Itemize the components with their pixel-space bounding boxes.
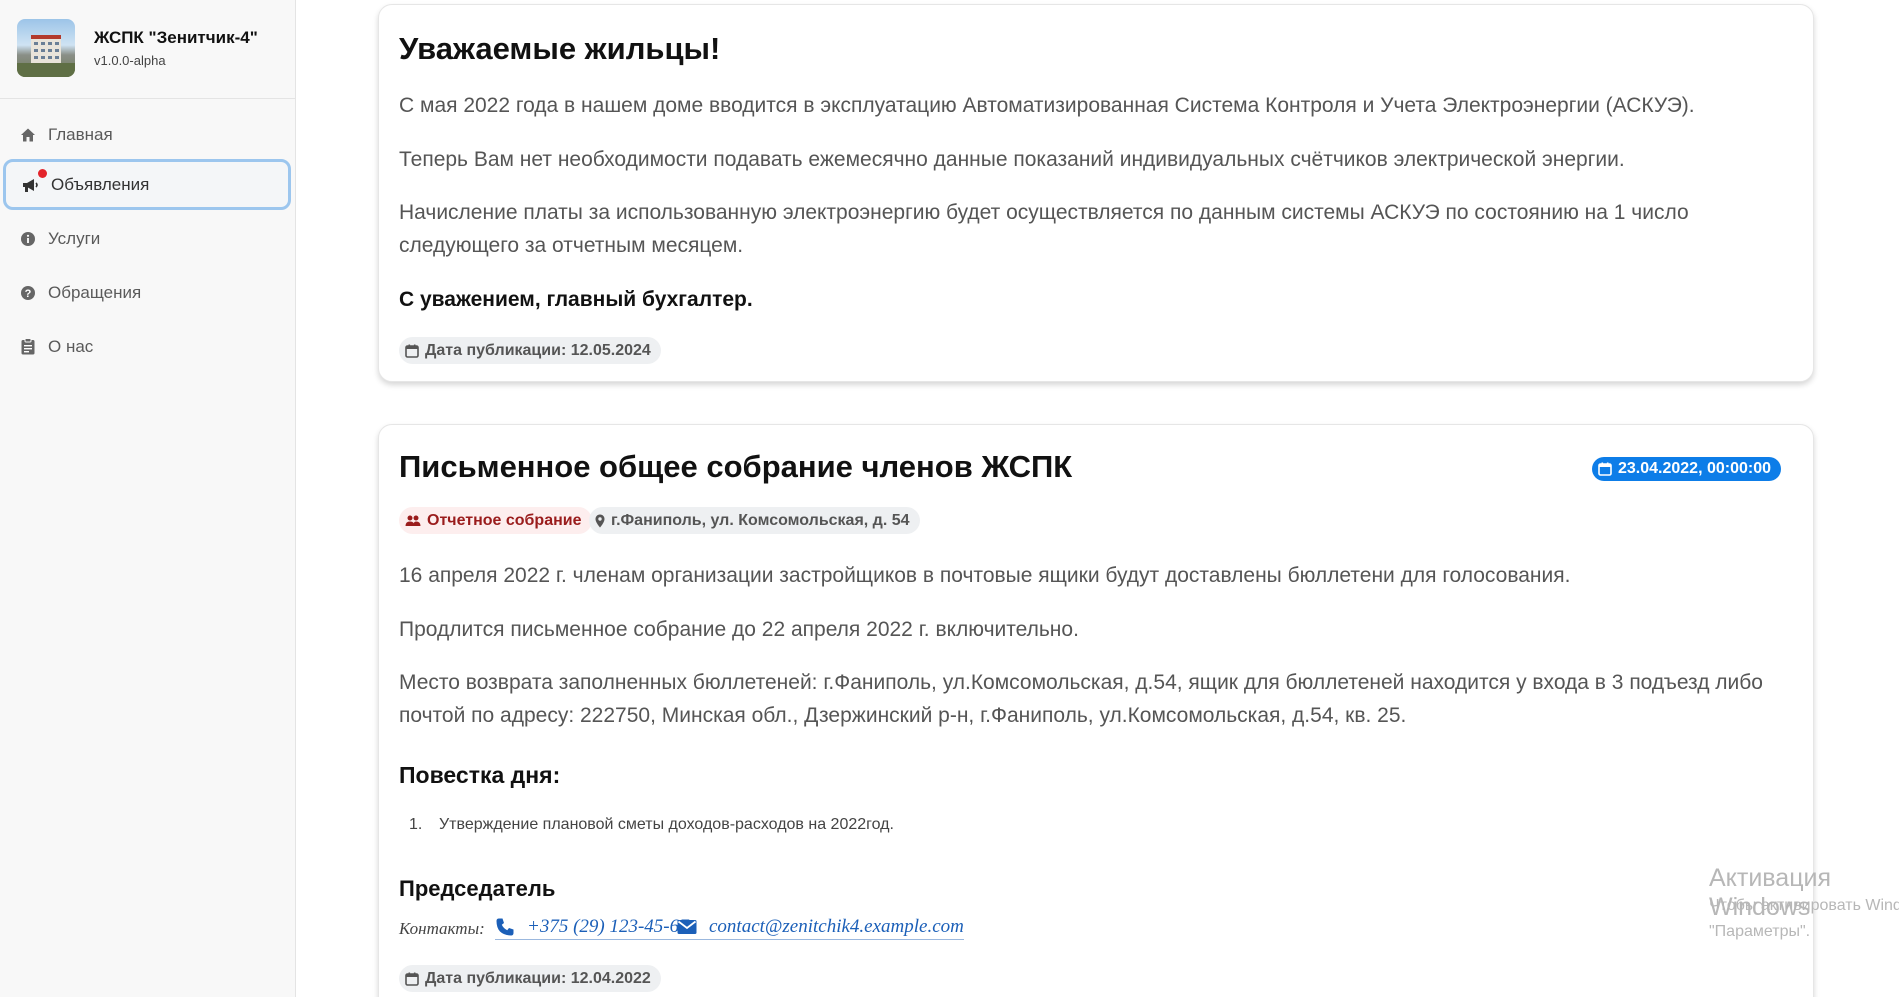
agenda-item-number: 1. [409,816,423,833]
calendar-icon [1598,462,1612,476]
agenda-item: 1. Утверждение плановой сметы доходов-ра… [409,816,894,834]
info-icon [18,229,38,249]
publication-date-badge: Дата публикации: 12.05.2024 [399,337,661,364]
sidebar-item-label: Главная [48,124,113,144]
calendar-icon [405,972,419,986]
meeting-paragraph: Место возврата заполненных бюллетеней: г… [399,671,1763,727]
meeting-location-badge: г.Фаниполь, ул. Комсомольская, д. 54 [589,507,920,534]
publication-date: Дата публикации: 12.05.2024 [425,341,651,359]
app-name: ЖСПК "Зенитчик-4" [94,28,258,47]
announcement-signature: С уважением, главный бухгалтер. [399,288,753,311]
windows-activation-text: Чтобы активировать Windows, перейдите в … [1709,897,1899,940]
announcement-paragraph: С мая 2022 года в нашем доме вводится в … [399,94,1695,117]
sidebar-item-label: Объявления [51,174,150,194]
megaphone-icon [21,168,47,195]
sidebar-item-home[interactable]: Главная [3,109,291,160]
contacts-label: Контакты: [399,919,485,938]
meeting-paragraph: Продлится письменное собрание до 22 апре… [399,618,1079,641]
phone-link[interactable]: +375 (29) 123-45-67 [495,916,689,940]
sidebar-item-label: О нас [48,336,94,356]
home-icon [18,125,38,145]
meeting-title: Письменное общее собрание членов ЖСПК [399,449,1073,484]
main-content[interactable]: Уважаемые жильцы! С мая 2022 года в наше… [296,0,1899,997]
calendar-icon [405,344,419,358]
location-pin-icon [595,514,605,527]
phone-icon [496,918,514,936]
phone-number: +375 (29) 123-45-67 [527,916,689,937]
announcement-paragraph: Начисление платы за использованную элект… [399,201,1689,257]
sidebar-item-about[interactable]: О нас [3,321,291,372]
svg-text:?: ? [25,288,32,300]
sidebar: ЖСПК "Зенитчик-4" v1.0.0-alpha Главная О… [0,0,296,997]
meeting-paragraph: 16 апреля 2022 г. членам организации зас… [399,564,1571,587]
meeting-datetime: 23.04.2022, 00:00:00 [1618,460,1772,477]
clipboard-icon [18,337,38,357]
publication-date-badge: Дата публикации: 12.04.2022 [399,965,661,992]
agenda-heading: Повестка дня: [399,762,561,788]
meeting-type: Отчетное собрание [427,511,582,529]
help-icon: ? [18,283,38,303]
email-icon [677,920,697,934]
brand-header: ЖСПК "Зенитчик-4" v1.0.0-alpha [0,0,295,99]
building-logo[interactable] [17,19,75,77]
sidebar-item-services[interactable]: Услуги [3,213,291,264]
publication-date: Дата публикации: 12.04.2022 [425,969,651,987]
meeting-card: Письменное общее собрание членов ЖСПК 23… [378,424,1814,997]
sidebar-item-label: Услуги [48,228,101,248]
sidebar-item-announcements[interactable]: Объявления [3,159,291,210]
meeting-datetime-badge: 23.04.2022, 00:00:00 [1592,457,1782,481]
announcement-paragraph: Теперь Вам нет необходимости подавать еж… [399,148,1625,171]
email-link[interactable]: contact@zenitchik4.example.com [677,916,964,940]
notification-dot [38,168,47,178]
meeting-type-badge: Отчетное собрание [399,507,592,534]
app-version: v1.0.0-alpha [94,53,166,68]
chairman-heading: Председатель [399,876,556,901]
sidebar-item-label: Обращения [48,282,142,302]
group-icon [405,515,421,526]
announcement-card: Уважаемые жильцы! С мая 2022 года в наше… [378,4,1814,382]
agenda-item-text: Утверждение плановой сметы доходов-расхо… [439,816,894,833]
email-address: contact@zenitchik4.example.com [709,916,964,937]
announcement-title: Уважаемые жильцы! [399,31,721,66]
meeting-location: г.Фаниполь, ул. Комсомольская, д. 54 [611,511,910,529]
sidebar-item-requests[interactable]: ? Обращения [3,267,291,318]
